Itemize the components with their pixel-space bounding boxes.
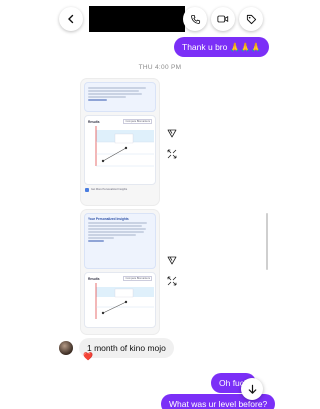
video-icon xyxy=(217,15,229,23)
compare-tab: Compare Biomarkers xyxy=(123,119,152,125)
shared-screenshot-1[interactable]: Results Compare Biomarkers Get More Pers… xyxy=(81,79,159,205)
call-button[interactable] xyxy=(183,7,207,31)
results-card: Results Compare Biomarkers xyxy=(84,115,156,185)
get-more-insights: Get More Personalized Insights xyxy=(85,188,155,192)
tag-icon xyxy=(246,14,256,24)
timestamp: THU 4:00 PM xyxy=(138,64,182,71)
arrow-down-icon xyxy=(248,384,256,394)
scroll-to-bottom-button[interactable] xyxy=(241,378,263,400)
share-icon xyxy=(167,256,177,265)
expand-button-2[interactable] xyxy=(165,274,179,288)
insight-card xyxy=(84,82,156,112)
results-graph xyxy=(95,126,154,167)
heart-reaction[interactable]: ❤️ xyxy=(83,352,93,361)
sent-message[interactable]: Thank u bro 🙏🙏🙏 xyxy=(174,37,270,57)
chevron-left-icon xyxy=(68,14,74,24)
scrollbar[interactable] xyxy=(266,213,268,270)
results-title: Results xyxy=(88,119,100,124)
results-graph-2 xyxy=(95,283,154,320)
phone-icon xyxy=(190,14,200,24)
share-button-2[interactable] xyxy=(165,253,179,267)
expand-icon xyxy=(167,149,177,159)
share-icon xyxy=(167,129,177,138)
chat-header xyxy=(0,0,320,34)
contact-name-redaction xyxy=(89,6,185,32)
received-message[interactable]: 1 month of kino mojo xyxy=(79,338,174,358)
shared-screenshot-2[interactable]: Your Personalized Insights Results Compa… xyxy=(81,210,159,334)
avatar[interactable] xyxy=(59,341,73,355)
expand-icon xyxy=(167,276,177,286)
results-card-2: Results Compare Biomarkers xyxy=(84,272,156,328)
expand-button[interactable] xyxy=(165,147,179,161)
back-button[interactable] xyxy=(59,7,83,31)
personalized-insights-card: Your Personalized Insights xyxy=(84,213,156,269)
share-button[interactable] xyxy=(165,126,179,140)
tag-button[interactable] xyxy=(239,7,263,31)
video-call-button[interactable] xyxy=(211,7,235,31)
